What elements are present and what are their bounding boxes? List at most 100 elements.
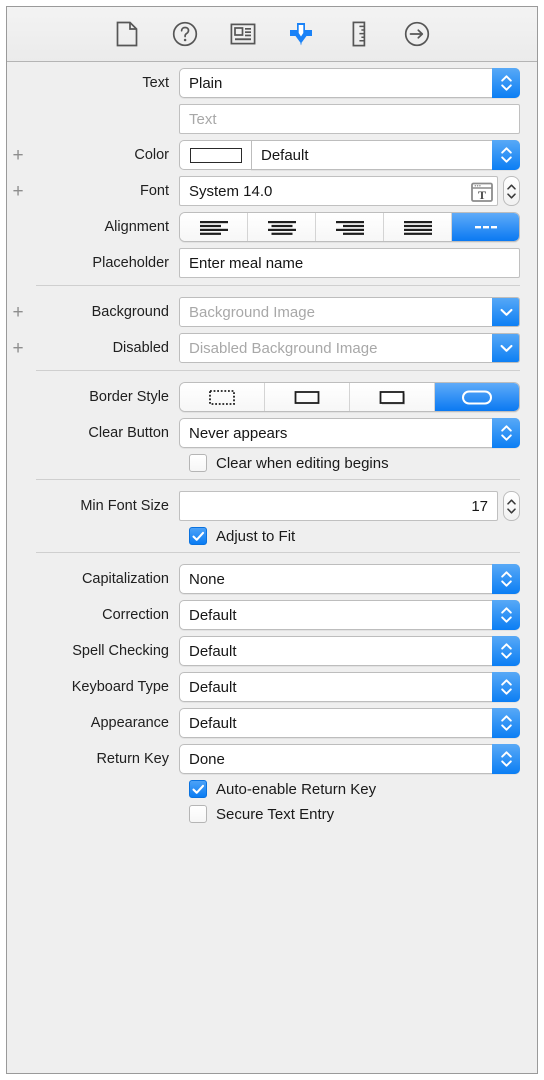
section-divider: [36, 552, 520, 553]
disabled-background-image-placeholder: Disabled Background Image: [189, 339, 378, 357]
color-swatch: [189, 147, 242, 163]
file-inspector-icon[interactable]: [111, 18, 143, 50]
color-variation-plus-button[interactable]: +: [7, 146, 29, 165]
popup-arrows-icon[interactable]: [492, 708, 520, 738]
return-key-value: Done: [189, 750, 225, 768]
popup-arrows-icon[interactable]: [492, 636, 520, 666]
appearance-value: Default: [189, 714, 237, 732]
quick-help-inspector-icon[interactable]: [169, 18, 201, 50]
min-font-size-stepper[interactable]: [503, 491, 520, 521]
border-none-icon[interactable]: [180, 383, 265, 411]
background-image-combo[interactable]: Background Image: [179, 297, 520, 327]
adjust-to-fit-label: Adjust to Fit: [216, 527, 296, 545]
row-spell-checking: Spell Checking Default: [7, 636, 537, 666]
adjust-to-fit-checkbox[interactable]: [189, 527, 207, 545]
align-right-icon[interactable]: [316, 213, 384, 241]
background-image-placeholder: Background Image: [189, 303, 315, 321]
color-value: Default: [261, 146, 309, 164]
row-placeholder: Placeholder Enter meal name: [7, 248, 537, 278]
border-bezel-icon[interactable]: [350, 383, 435, 411]
font-panel-icon[interactable]: T: [471, 181, 493, 203]
label-return-key: Return Key: [96, 751, 169, 767]
chevron-down-icon[interactable]: [492, 298, 519, 326]
popup-arrows-icon[interactable]: [492, 564, 520, 594]
row-disabled-background: + Disabled Disabled Background Image: [7, 333, 537, 363]
align-justified-icon[interactable]: [384, 213, 452, 241]
background-variation-plus-button[interactable]: +: [7, 303, 29, 322]
return-key-popup[interactable]: Done: [179, 744, 520, 774]
disabled-background-image-combo[interactable]: Disabled Background Image: [179, 333, 520, 363]
color-well[interactable]: [179, 140, 251, 170]
connections-inspector-icon[interactable]: [401, 18, 433, 50]
size-inspector-icon[interactable]: [343, 18, 375, 50]
clear-button-popup[interactable]: Never appears: [179, 418, 520, 448]
correction-popup[interactable]: Default: [179, 600, 520, 630]
label-disabled: Disabled: [112, 340, 169, 356]
chevron-down-icon[interactable]: [492, 334, 519, 362]
row-clear-when-editing: Clear when editing begins: [7, 454, 537, 472]
color-popup[interactable]: Default: [251, 140, 520, 170]
row-border-style: Border Style: [7, 382, 537, 412]
label-capitalization: Capitalization: [81, 571, 169, 587]
capitalization-value: None: [189, 570, 225, 588]
label-background: Background: [91, 304, 169, 320]
clear-button-value: Never appears: [189, 424, 288, 442]
keyboard-type-popup[interactable]: Default: [179, 672, 520, 702]
label-min-font-size: Min Font Size: [80, 498, 169, 514]
row-color: + Color Default: [7, 140, 537, 170]
row-auto-enable-return-key: Auto-enable Return Key: [7, 780, 537, 798]
popup-arrows-icon[interactable]: [492, 672, 520, 702]
font-value: System 14.0: [189, 182, 273, 200]
text-value-input[interactable]: Text: [179, 104, 520, 134]
identity-inspector-icon[interactable]: [227, 18, 259, 50]
popup-arrows-icon[interactable]: [492, 140, 520, 170]
popup-arrows-icon[interactable]: [492, 744, 520, 774]
alignment-segmented-control: [179, 212, 520, 242]
secure-text-entry-checkbox[interactable]: [189, 805, 207, 823]
font-size-stepper[interactable]: [503, 176, 520, 206]
row-text: Text Plain: [7, 68, 537, 98]
align-natural-icon[interactable]: [452, 213, 519, 241]
border-line-icon[interactable]: [265, 383, 350, 411]
label-color: Color: [134, 147, 169, 163]
align-center-icon[interactable]: [248, 213, 316, 241]
attributes-inspector-icon[interactable]: [285, 18, 317, 50]
row-correction: Correction Default: [7, 600, 537, 630]
appearance-popup[interactable]: Default: [179, 708, 520, 738]
popup-arrows-icon[interactable]: [492, 600, 520, 630]
auto-enable-return-key-checkbox[interactable]: [189, 780, 207, 798]
row-adjust-to-fit: Adjust to Fit: [7, 527, 537, 545]
row-background: + Background Background Image: [7, 297, 537, 327]
inspector-toolbar: [7, 7, 537, 62]
svg-text:T: T: [478, 188, 486, 202]
popup-arrows-icon[interactable]: [492, 418, 520, 448]
placeholder-input[interactable]: Enter meal name: [179, 248, 520, 278]
row-alignment: Alignment: [7, 212, 537, 242]
border-rounded-icon[interactable]: [435, 383, 519, 411]
row-clear-button: Clear Button Never appears: [7, 418, 537, 448]
spell-checking-value: Default: [189, 642, 237, 660]
label-spell-checking: Spell Checking: [72, 643, 169, 659]
min-font-size-input[interactable]: 17: [179, 491, 498, 521]
spell-checking-popup[interactable]: Default: [179, 636, 520, 666]
disabled-variation-plus-button[interactable]: +: [7, 339, 29, 358]
row-font: + Font System 14.0 T: [7, 176, 537, 206]
capitalization-popup[interactable]: None: [179, 564, 520, 594]
font-field[interactable]: System 14.0 T: [179, 176, 498, 206]
popup-arrows-icon[interactable]: [492, 68, 520, 98]
row-return-key: Return Key Done: [7, 744, 537, 774]
label-alignment: Alignment: [104, 219, 169, 235]
text-style-popup[interactable]: Plain: [179, 68, 520, 98]
row-appearance: Appearance Default: [7, 708, 537, 738]
row-keyboard-type: Keyboard Type Default: [7, 672, 537, 702]
row-min-font-size: Min Font Size 17: [7, 491, 537, 521]
label-placeholder: Placeholder: [92, 255, 169, 271]
label-correction: Correction: [102, 607, 169, 623]
align-left-icon[interactable]: [180, 213, 248, 241]
text-style-value: Plain: [189, 74, 223, 92]
attributes-inspector-panel: Text Plain Text + Color Default + Font S…: [6, 6, 538, 1074]
clear-when-editing-checkbox[interactable]: [189, 454, 207, 472]
correction-value: Default: [189, 606, 237, 624]
placeholder-value: Enter meal name: [189, 254, 304, 272]
font-variation-plus-button[interactable]: +: [7, 182, 29, 201]
